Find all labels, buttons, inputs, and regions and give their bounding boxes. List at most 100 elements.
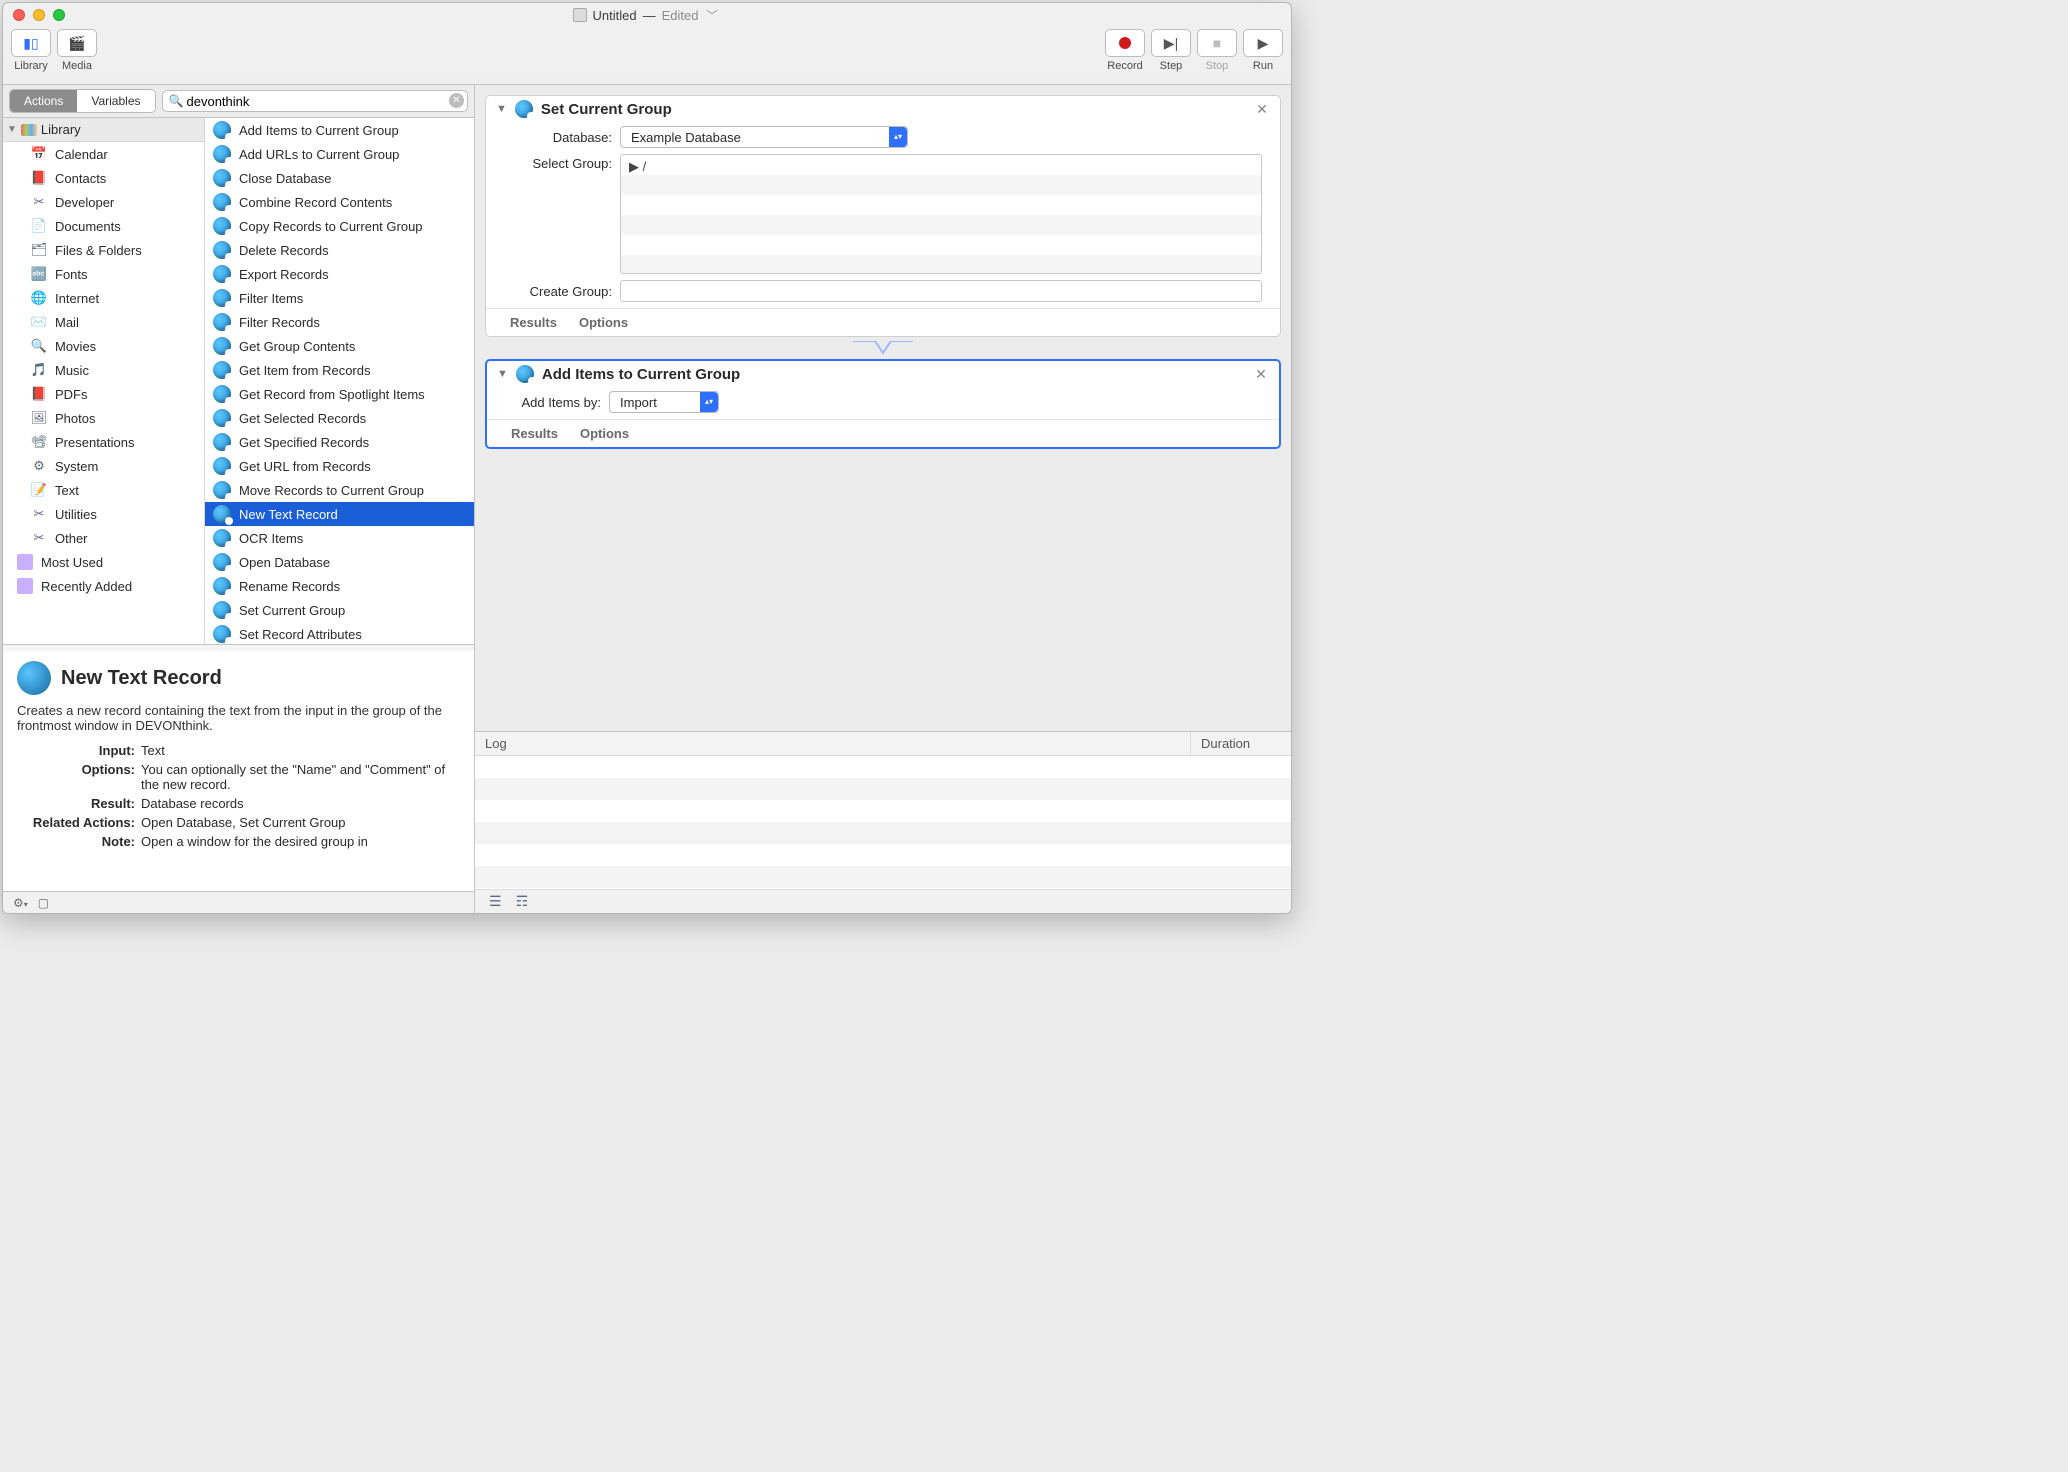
action-get-specified-records[interactable]: Get Specified Records (205, 430, 474, 454)
disclosure-triangle-icon[interactable]: ▼ (497, 368, 508, 380)
action-add-urls-to-current-group[interactable]: Add URLs to Current Group (205, 142, 474, 166)
action-delete-records[interactable]: Delete Records (205, 238, 474, 262)
create-group-input[interactable] (620, 280, 1262, 302)
devonthink-icon (213, 409, 231, 427)
category-label: Presentations (55, 435, 135, 450)
action-rename-records[interactable]: Rename Records (205, 574, 474, 598)
log-panel: Log Duration ☰ ☶ (475, 731, 1291, 913)
library-tree[interactable]: ▼ Library 📅Calendar📕Contacts✂︎Developer📄… (3, 118, 205, 644)
library-category-mail[interactable]: ✉️Mail (3, 310, 204, 334)
library-category-internet[interactable]: 🌐Internet (3, 286, 204, 310)
card-options-button[interactable]: Options (579, 315, 628, 330)
devonthink-icon (213, 289, 231, 307)
action-set-current-group[interactable]: Set Current Group (205, 598, 474, 622)
segment-actions[interactable]: Actions (10, 90, 77, 112)
action-move-records-to-current-group[interactable]: Move Records to Current Group (205, 478, 474, 502)
action-ocr-items[interactable]: OCR Items (205, 526, 474, 550)
category-label: Utilities (55, 507, 97, 522)
disclosure-triangle-icon[interactable]: ▼ (496, 103, 507, 115)
library-category-system[interactable]: ⚙︎System (3, 454, 204, 478)
library-category-other[interactable]: ✂︎Other (3, 526, 204, 550)
log-view-mode-flow-button[interactable]: ☶ (516, 893, 529, 910)
disclosure-triangle-icon[interactable]: ▼ (7, 124, 17, 135)
workflow-step-add-items[interactable]: ▼ Add Items to Current Group ✕ Add Items… (485, 359, 1281, 449)
library-category-contacts[interactable]: 📕Contacts (3, 166, 204, 190)
toolbar-media-button[interactable]: 🎬 Media (57, 29, 97, 72)
action-add-items-to-current-group[interactable]: Add Items to Current Group (205, 118, 474, 142)
toolbar-library-button[interactable]: ▮▯ Library (11, 29, 51, 72)
window-title[interactable]: Untitled — Edited ﹀ (65, 7, 1225, 23)
library-category-music[interactable]: 🎵Music (3, 358, 204, 382)
library-category-utilities[interactable]: ✂︎ Utilities (3, 502, 204, 526)
category-label: Mail (55, 315, 79, 330)
close-card-button[interactable]: ✕ (1253, 366, 1269, 383)
action-label: Delete Records (239, 243, 329, 258)
devonthink-icon (213, 145, 231, 163)
card-options-button[interactable]: Options (580, 426, 629, 441)
action-filter-records[interactable]: Filter Records (205, 310, 474, 334)
library-smart-recently-added[interactable]: Recently Added (3, 574, 204, 598)
workflow-step-set-current-group[interactable]: ▼ Set Current Group ✕ Database: Example … (485, 95, 1281, 337)
library-smart-most-used[interactable]: Most Used (3, 550, 204, 574)
log-column-duration[interactable]: Duration (1191, 732, 1291, 755)
select-group-list[interactable]: ▶︎ / (620, 154, 1262, 274)
action-label: Set Record Attributes (239, 627, 362, 642)
gear-menu-button[interactable]: ⚙︎▾ (13, 896, 28, 910)
library-category-files-folders[interactable]: 🗂Files & Folders (3, 238, 204, 262)
category-icon: 🗂 (31, 242, 47, 258)
library-category-calendar[interactable]: 📅Calendar (3, 142, 204, 166)
card-results-button[interactable]: Results (511, 426, 558, 441)
card-results-button[interactable]: Results (510, 315, 557, 330)
segment-variables[interactable]: Variables (77, 90, 154, 112)
library-category-presentations[interactable]: 📽Presentations (3, 430, 204, 454)
search-input[interactable] (162, 90, 469, 112)
zoom-window-button[interactable] (53, 9, 65, 21)
log-body[interactable] (475, 756, 1291, 889)
toolbar-record-button[interactable]: Record (1105, 29, 1145, 72)
action-set-record-attributes[interactable]: Set Record Attributes (205, 622, 474, 644)
toolbar-step-button[interactable]: ▶| Step (1151, 29, 1191, 72)
stop-icon: ■ (1213, 35, 1221, 51)
database-popup[interactable]: Example Database ▴▾ (620, 126, 908, 148)
clear-search-button[interactable]: ✕ (449, 93, 464, 108)
workflow-canvas[interactable]: ▼ Set Current Group ✕ Database: Example … (475, 85, 1291, 731)
card-title: Add Items to Current Group (542, 366, 740, 383)
actions-list[interactable]: Add Items to Current GroupAdd URLs to Cu… (205, 118, 474, 644)
action-filter-items[interactable]: Filter Items (205, 286, 474, 310)
action-get-item-from-records[interactable]: Get Item from Records (205, 358, 474, 382)
toolbar-run-button[interactable]: ▶ Run (1243, 29, 1283, 72)
log-view-mode-list-button[interactable]: ☰ (489, 893, 502, 910)
toolbar-stop-button[interactable]: ■ Stop (1197, 29, 1237, 72)
library-category-developer[interactable]: ✂︎Developer (3, 190, 204, 214)
category-label: Recently Added (41, 579, 132, 594)
log-column-log[interactable]: Log (475, 732, 1191, 755)
action-combine-record-contents[interactable]: Combine Record Contents (205, 190, 474, 214)
action-close-database[interactable]: Close Database (205, 166, 474, 190)
action-get-group-contents[interactable]: Get Group Contents (205, 334, 474, 358)
library-category-photos[interactable]: 🖼Photos (3, 406, 204, 430)
action-get-selected-records[interactable]: Get Selected Records (205, 406, 474, 430)
action-label: OCR Items (239, 531, 303, 546)
close-card-button[interactable]: ✕ (1254, 101, 1270, 118)
action-get-url-from-records[interactable]: Get URL from Records (205, 454, 474, 478)
title-dropdown-icon[interactable]: ﹀ (706, 7, 717, 23)
minimize-window-button[interactable] (33, 9, 45, 21)
select-group-root[interactable]: ▶︎ / (629, 159, 646, 174)
library-tree-header[interactable]: ▼ Library (3, 118, 204, 142)
add-items-popup[interactable]: Import ▴▾ (609, 391, 719, 413)
library-category-text[interactable]: 📝Text (3, 478, 204, 502)
action-open-database[interactable]: Open Database (205, 550, 474, 574)
library-category-fonts[interactable]: 🔤Fonts (3, 262, 204, 286)
action-copy-records-to-current-group[interactable]: Copy Records to Current Group (205, 214, 474, 238)
library-category-documents[interactable]: 📄Documents (3, 214, 204, 238)
category-icon: 🔤 (31, 266, 47, 282)
expand-log-button[interactable]: ▢ (38, 896, 49, 910)
category-icon: ✂︎ (31, 506, 47, 522)
close-window-button[interactable] (13, 9, 25, 21)
library-category-pdfs[interactable]: 📕PDFs (3, 382, 204, 406)
action-new-text-record[interactable]: New Text Record (205, 502, 474, 526)
action-get-record-from-spotlight-items[interactable]: Get Record from Spotlight Items (205, 382, 474, 406)
devonthink-icon (213, 241, 231, 259)
library-category-movies[interactable]: 🔍Movies (3, 334, 204, 358)
action-export-records[interactable]: Export Records (205, 262, 474, 286)
